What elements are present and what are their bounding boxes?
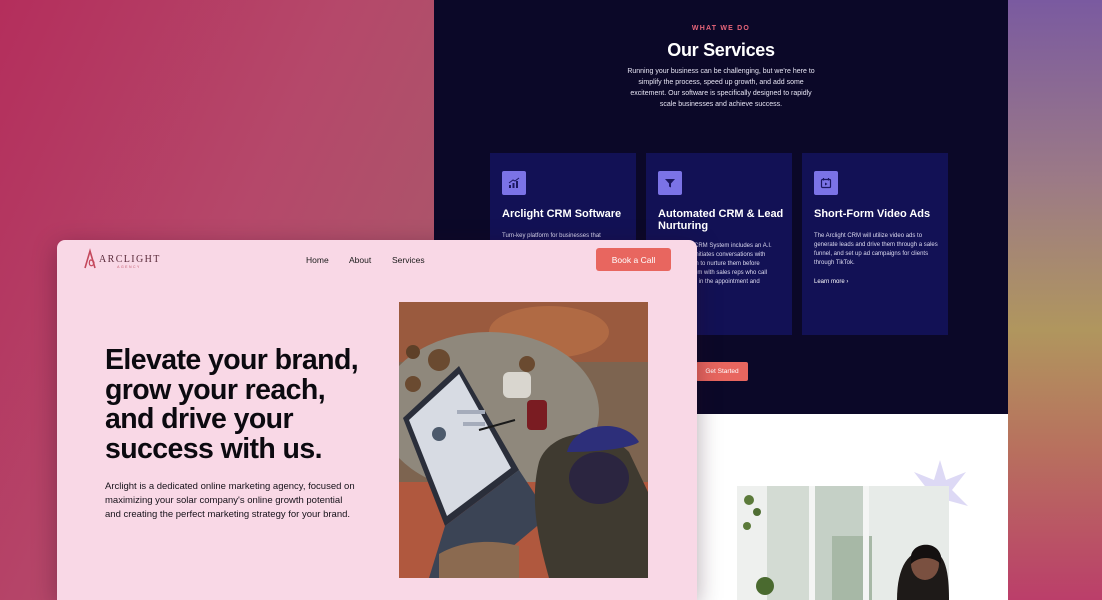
logo-wordmark: ARCLIGHT xyxy=(99,254,161,265)
arclight-logo[interactable]: ARCLIGHT AGENCY xyxy=(83,248,163,270)
window-photo xyxy=(737,486,949,600)
arclight-logo-icon xyxy=(84,248,96,269)
service-card-description: The Arclight CRM will utilize video ads … xyxy=(814,233,938,266)
background-gradient-right xyxy=(1008,0,1102,600)
service-card-title: Arclight CRM Software xyxy=(502,208,622,220)
chart-growth-icon xyxy=(502,171,526,195)
nav-about[interactable]: About xyxy=(349,255,371,265)
services-description: Running your business can be challenging… xyxy=(627,68,815,108)
about-section-preview xyxy=(696,414,1008,600)
logo-subtitle: AGENCY xyxy=(117,265,141,269)
service-card-title: Automated CRM & Lead Nurturing xyxy=(658,208,784,232)
services-eyebrow: WHAT WE DO xyxy=(691,25,751,32)
book-a-call-button[interactable]: Book a Call xyxy=(596,248,671,271)
hero-headline: Elevate your brand, grow your reach, and… xyxy=(105,344,359,465)
service-card-video-ads[interactable]: Short-Form Video Ads The Arclight CRM wi… xyxy=(802,153,948,335)
funnel-icon xyxy=(658,171,682,195)
hero-description: Arclight is a dedicated online marketing… xyxy=(105,481,355,520)
video-calendar-icon xyxy=(814,171,838,195)
service-card-title: Short-Form Video Ads xyxy=(814,208,931,220)
hero-photo-laptop xyxy=(399,302,648,578)
nav-services[interactable]: Services xyxy=(392,255,425,265)
nav-home[interactable]: Home xyxy=(306,255,329,265)
service-card-description: CRM System includes an A.I. initiates co… xyxy=(694,243,772,285)
hero-card: ARCLIGHT AGENCY Home About Services Book… xyxy=(57,240,697,600)
learn-more-link[interactable]: Learn more › xyxy=(814,279,848,285)
get-started-button[interactable]: Get Started xyxy=(696,362,748,381)
services-title: Our Services xyxy=(667,40,775,60)
